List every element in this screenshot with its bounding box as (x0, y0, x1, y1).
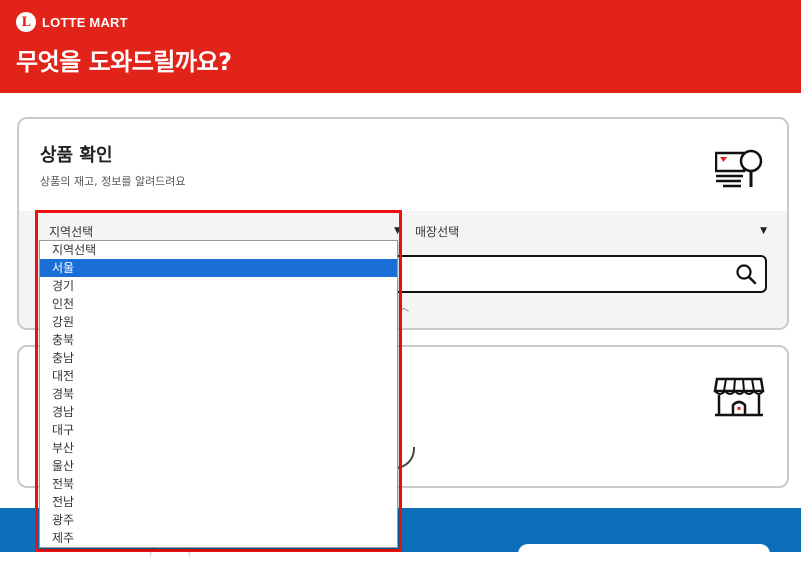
product-card-title: 상품 확인 (40, 145, 113, 166)
region-option[interactable]: 충북 (40, 331, 397, 349)
region-option[interactable]: 충남 (40, 349, 397, 367)
store-select-value: 매장선택 (415, 224, 460, 239)
region-option[interactable]: 경남 (40, 403, 397, 421)
region-option[interactable]: 부산 (40, 439, 397, 457)
region-option[interactable]: 대전 (40, 367, 397, 385)
region-option[interactable]: 경북 (40, 385, 397, 403)
region-option[interactable]: 지역선택 (40, 241, 397, 259)
region-option[interactable]: 제주 (40, 529, 397, 547)
region-option[interactable]: 강원 (40, 313, 397, 331)
region-option[interactable]: 전북 (40, 475, 397, 493)
banner-pill[interactable] (518, 544, 770, 564)
page-headline: 무엇을 도와드릴까요? (16, 48, 232, 76)
store-icon (713, 377, 765, 417)
header-bar: L LOTTE MART 무엇을 도와드릴까요? (0, 0, 801, 93)
region-option[interactable]: 광주 (40, 511, 397, 529)
store-select[interactable]: 매장선택 ▼ (415, 217, 767, 245)
region-option[interactable]: 경기 (40, 277, 397, 295)
product-card-subtitle: 상품의 재고, 정보를 알려드려요 (40, 175, 186, 188)
product-search-input[interactable] (389, 255, 767, 293)
region-dropdown-list[interactable]: 지역선택 서울 경기 인천 강원 충북 충남 대전 경북 경남 대구 부산 울산 전북 전남 광주 제주 (39, 240, 398, 548)
region-option[interactable]: 대구 (40, 421, 397, 439)
product-search-icon (715, 149, 763, 188)
logo-text: LOTTE MART (42, 14, 128, 30)
chevron-down-icon: ▼ (760, 226, 767, 236)
region-option[interactable]: 서울 (40, 259, 397, 277)
region-option[interactable]: 전남 (40, 493, 397, 511)
region-option[interactable]: 인천 (40, 295, 397, 313)
search-icon[interactable] (735, 263, 757, 285)
region-option[interactable]: 울산 (40, 457, 397, 475)
logo-mark-icon: L (16, 12, 36, 32)
lotte-mart-logo[interactable]: L LOTTE MART (16, 12, 128, 32)
